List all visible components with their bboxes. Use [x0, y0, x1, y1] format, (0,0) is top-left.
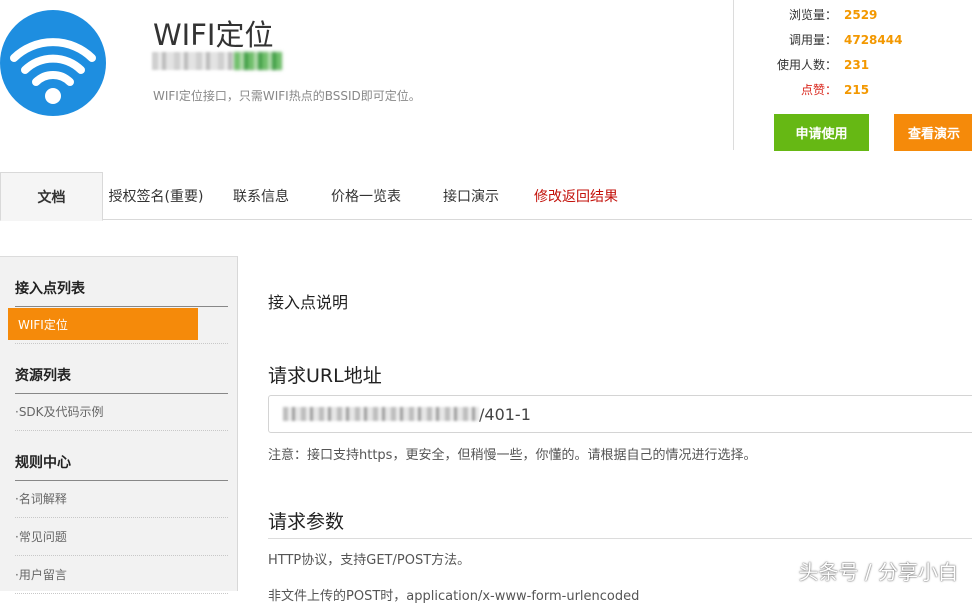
tab-bar: 文档 授权签名(重要) 联系信息 价格一览表 接口演示 修改返回结果	[0, 172, 972, 220]
request-url-suffix: /401-1	[479, 405, 531, 424]
stat-value: 215	[844, 83, 869, 97]
stat-users: 使用人数： 231	[760, 52, 972, 77]
stat-label: 使用人数：	[760, 56, 837, 73]
sidebar-item-wifi-location[interactable]: WIFI定位	[8, 308, 198, 340]
blurred-subtitle	[152, 52, 282, 70]
tab-modify-result[interactable]: 修改返回结果	[526, 172, 626, 220]
tab-contact[interactable]: 联系信息	[214, 172, 308, 220]
stat-label: 调用量：	[760, 31, 837, 48]
access-point-heading: 接入点说明	[268, 289, 348, 313]
request-url-heading: 请求URL地址	[268, 361, 382, 388]
api-description: WIFI定位接口，只需WIFI热点的BSSID即可定位。	[153, 87, 421, 104]
header-divider	[733, 0, 734, 150]
stat-label: 浏览量：	[760, 6, 837, 23]
header: WIFI定位 WIFI定位接口，只需WIFI热点的BSSID即可定位。 浏览量：…	[0, 0, 972, 172]
stat-views: 浏览量： 2529	[760, 2, 972, 27]
wifi-icon	[0, 10, 106, 116]
sidebar-separator	[15, 343, 228, 344]
sidebar-item-messages[interactable]: ·用户留言	[15, 556, 228, 594]
stats-panel: 浏览量： 2529 调用量： 4728444 使用人数： 231 点赞： 215	[760, 2, 972, 102]
blurred-url-host	[283, 407, 479, 421]
view-demo-button[interactable]: 查看演示	[894, 114, 972, 151]
params-description: HTTP协议，支持GET/POST方法。	[268, 549, 470, 568]
request-url-field[interactable]: /401-1	[268, 395, 972, 433]
apply-button[interactable]: 申请使用	[774, 114, 869, 151]
tab-api-demo[interactable]: 接口演示	[424, 172, 518, 220]
stat-value: 4728444	[844, 33, 902, 47]
stat-value: 2529	[844, 8, 877, 22]
stat-value: 231	[844, 58, 869, 72]
sidebar: 接入点列表 WIFI定位 资源列表 ·SDK及代码示例 规则中心 ·名词解释 ·…	[0, 256, 238, 591]
post-format-note: 非文件上传的POST时，application/x-www-form-urlen…	[268, 585, 639, 604]
sidebar-section-title: 资源列表	[15, 365, 228, 394]
watermark: 头条号 / 分享小白	[799, 556, 958, 585]
sidebar-section-title: 接入点列表	[15, 278, 228, 307]
tab-docs[interactable]: 文档	[0, 172, 103, 221]
sidebar-item-sdk[interactable]: ·SDK及代码示例	[15, 393, 228, 431]
sidebar-item-faq[interactable]: ·常见问题	[15, 518, 228, 556]
https-note: 注意：接口支持https，更安全，但稍慢一些，你懂的。请根据自己的情况进行选择。	[268, 444, 756, 463]
sidebar-item-glossary[interactable]: ·名词解释	[15, 480, 228, 518]
sidebar-section-title: 规则中心	[15, 452, 228, 481]
tab-auth-signature[interactable]: 授权签名(重要)	[103, 172, 209, 220]
section-divider	[268, 538, 972, 539]
page-title: WIFI定位	[153, 12, 273, 54]
stat-calls: 调用量： 4728444	[760, 27, 972, 52]
stat-likes[interactable]: 点赞： 215	[760, 77, 972, 102]
request-params-heading: 请求参数	[268, 507, 344, 534]
tab-pricing[interactable]: 价格一览表	[316, 172, 416, 220]
stat-label[interactable]: 点赞：	[760, 81, 837, 98]
